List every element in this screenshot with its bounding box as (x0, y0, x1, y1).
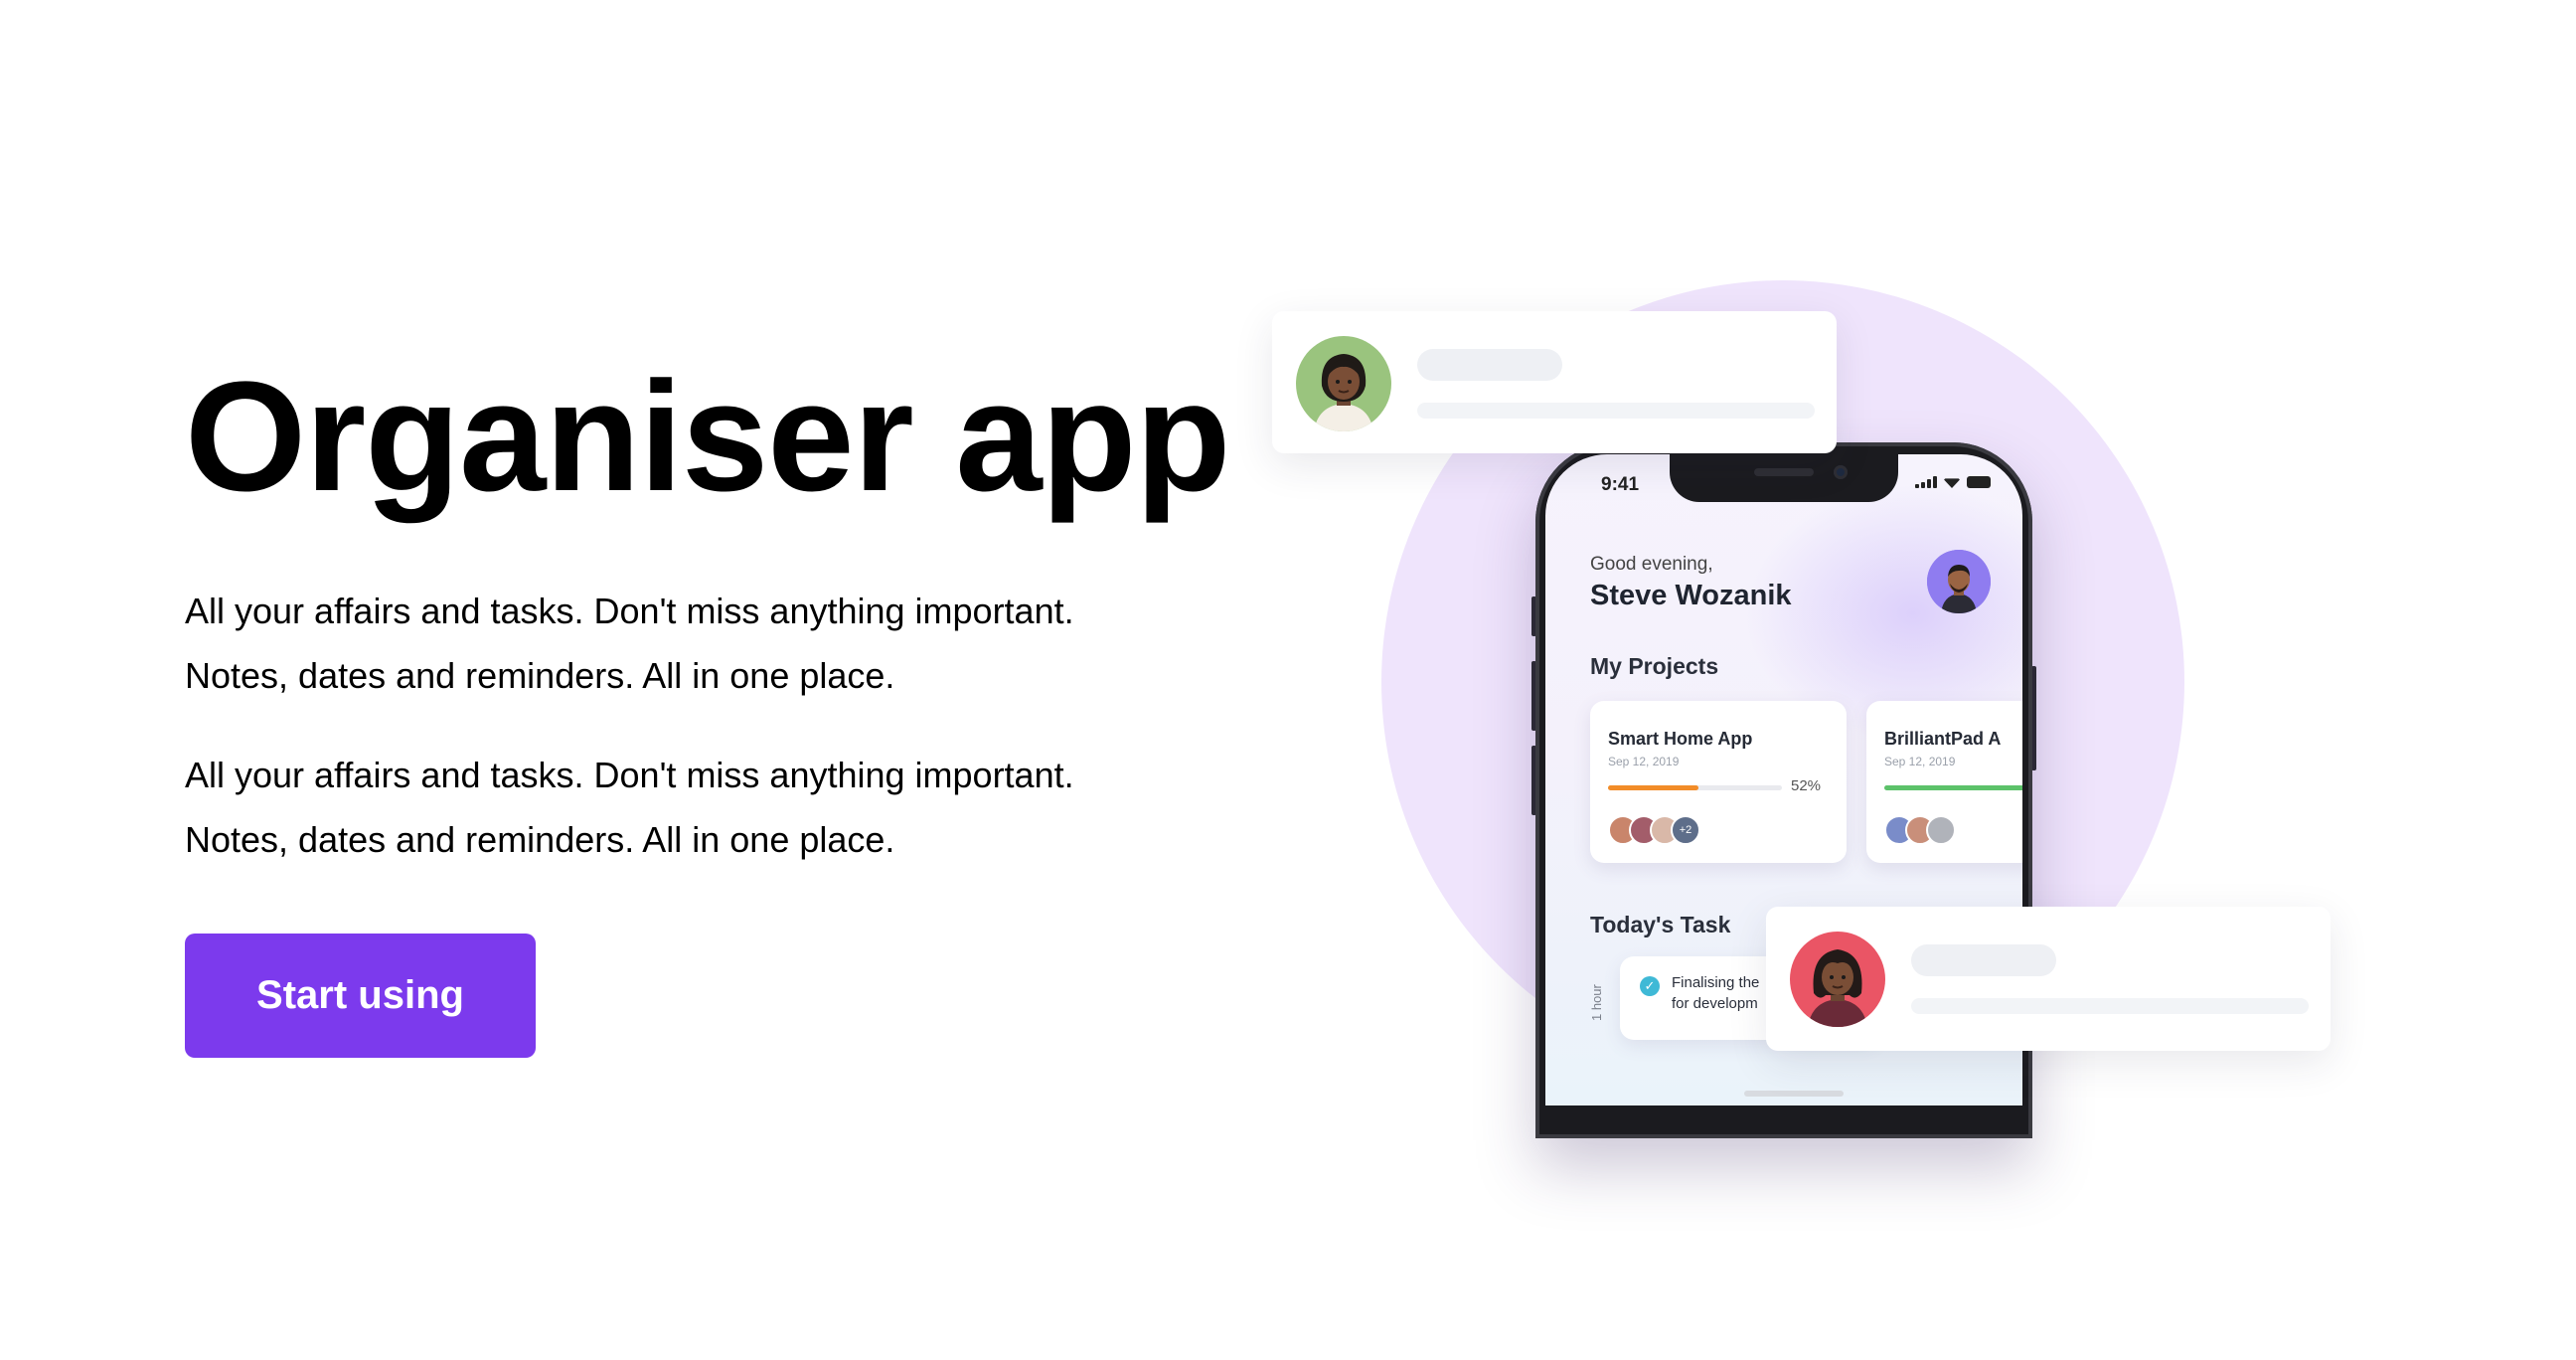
placeholder-line (1911, 998, 2309, 1014)
project-progress-fill (1884, 785, 2022, 790)
notification-card-bottom (1766, 907, 2331, 1051)
today-task-heading: Today's Task (1590, 912, 1731, 937)
intro-paragraph-repeat: All your affairs and tasks. Don't miss a… (185, 743, 1074, 872)
placeholder-line (1417, 403, 1815, 419)
intro-line: Notes, dates and reminders. All in one p… (185, 819, 895, 860)
task-line: for developm (1672, 995, 1758, 1012)
intro-line: Notes, dates and reminders. All in one p… (185, 655, 895, 696)
task-text: Finalising the for developm (1672, 972, 1759, 1014)
intro-line: All your affairs and tasks. Don't miss a… (185, 755, 1074, 795)
greeting-text: Good evening, (1590, 554, 1713, 575)
project-progress-bar (1884, 785, 2022, 790)
project-team (1884, 815, 1956, 845)
man-avatar-icon[interactable] (1927, 550, 1991, 613)
project-card[interactable]: Smart Home App Sep 12, 2019 52% +2 (1590, 701, 1847, 863)
speaker-grille (1754, 468, 1814, 476)
task-line: Finalising the (1672, 974, 1760, 991)
project-progress-fill (1608, 785, 1698, 790)
camera-icon (1834, 465, 1848, 479)
status-time: 9:41 (1601, 474, 1640, 495)
more-members-badge: +2 (1671, 815, 1700, 845)
next-section-peek (1744, 1091, 1844, 1097)
projects-heading: My Projects (1590, 653, 1719, 679)
project-name: BrilliantPad A (1884, 729, 2002, 749)
status-icons (1915, 476, 1991, 488)
woman-avatar-icon (1296, 336, 1391, 431)
signal-icon (1915, 476, 1937, 488)
intro-line: All your affairs and tasks. Don't miss a… (185, 591, 1074, 631)
project-date: Sep 12, 2019 (1608, 755, 1680, 768)
project-progress-bar (1608, 785, 1782, 790)
start-using-button[interactable]: Start using (185, 934, 536, 1058)
notification-card-top (1272, 311, 1837, 453)
member-avatar-icon (1926, 815, 1956, 845)
project-progress-label: 52% (1791, 777, 1822, 794)
check-icon: ✓ (1640, 976, 1660, 996)
project-card[interactable]: BrilliantPad A Sep 12, 2019 (1866, 701, 2022, 863)
placeholder-line (1911, 944, 2056, 976)
wifi-icon (1943, 478, 1961, 488)
user-name: Steve Wozanik (1590, 580, 1792, 611)
battery-icon (1967, 476, 1991, 488)
project-date: Sep 12, 2019 (1884, 755, 1956, 768)
project-name: Smart Home App (1608, 729, 1753, 749)
project-team: +2 (1608, 815, 1700, 845)
intro-paragraph: All your affairs and tasks. Don't miss a… (185, 579, 1074, 708)
phone-notch (1670, 454, 1898, 502)
app-illustration: 9:41 Good evening, Steve Wozanik My Proj… (1242, 268, 2574, 1163)
task-duration: 1 hour (1589, 984, 1604, 1021)
page-title: Organiser app (185, 350, 1230, 524)
woman-avatar-icon (1790, 932, 1885, 1027)
placeholder-line (1417, 349, 1562, 381)
